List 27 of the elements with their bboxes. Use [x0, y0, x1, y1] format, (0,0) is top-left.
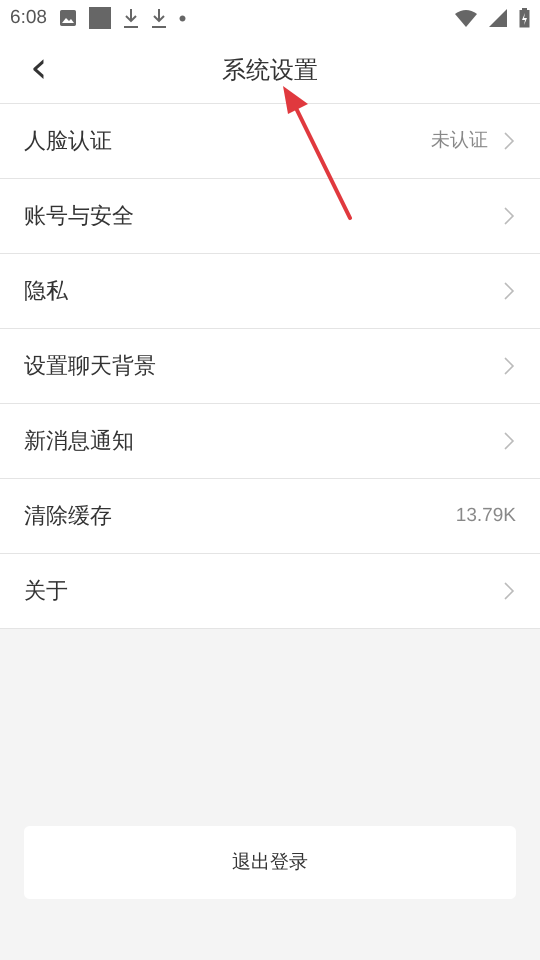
settings-label: 关于: [24, 578, 69, 606]
status-time: 6:08: [10, 6, 47, 30]
battery-icon: [519, 8, 530, 28]
logout-button[interactable]: 退出登录: [24, 826, 516, 899]
settings-row[interactable]: 关于: [0, 554, 540, 629]
settings-label: 清除缓存: [24, 502, 113, 530]
settings-row[interactable]: 清除缓存 13.79K: [0, 479, 540, 554]
dot-icon: [178, 14, 186, 22]
image-icon: [58, 9, 77, 27]
square-icon: [88, 7, 111, 29]
page-title: 系统设置: [222, 54, 318, 86]
settings-row[interactable]: 设置聊天背景: [0, 329, 540, 404]
download-icon: [150, 8, 167, 28]
back-button[interactable]: ‹: [30, 48, 48, 88]
download-icon: [122, 8, 139, 28]
settings-label: 人脸认证: [24, 128, 113, 156]
settings-label: 设置聊天背景: [24, 352, 157, 380]
settings-row[interactable]: 隐私: [0, 254, 540, 329]
signal-icon: [489, 9, 507, 27]
settings-label: 账号与安全: [24, 202, 135, 230]
wifi-icon: [455, 9, 477, 27]
settings-value: 13.79K: [456, 504, 516, 528]
settings-row[interactable]: 账号与安全: [0, 179, 540, 254]
settings-value: 未认证: [431, 128, 488, 153]
settings-label: 新消息通知: [24, 428, 135, 456]
settings-row[interactable]: 新消息通知: [0, 404, 540, 479]
settings-label: 隐私: [24, 278, 69, 306]
